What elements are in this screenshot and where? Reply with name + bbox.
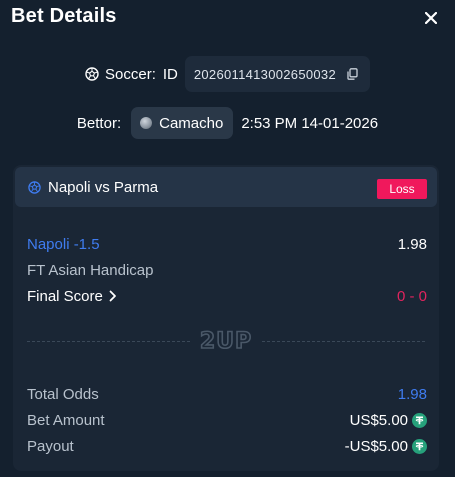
copy-id-button[interactable]: [347, 68, 358, 80]
sport-id-row: Soccer: ID 2026011413002650032: [0, 56, 455, 92]
bettor-chip[interactable]: Camacho: [131, 107, 234, 139]
modal-title: Bet Details: [11, 5, 117, 27]
bet-timestamp: 2:53 PM 14-01-2026: [241, 114, 379, 132]
id-label: ID: [162, 65, 178, 83]
bet-card: Napoli vs Parma Loss Napoli -1.5 1.98 FT…: [13, 165, 439, 471]
final-score-toggle[interactable]: Final Score: [27, 288, 117, 305]
copy-icon: [347, 68, 358, 80]
modal-header: Bet Details: [0, 0, 455, 36]
dashed-line: [27, 340, 190, 342]
payout-label: Payout: [27, 437, 74, 455]
dashed-line: [262, 340, 426, 342]
payout-value-group: -US$5.00: [345, 438, 427, 455]
bet-amount-label: Bet Amount: [27, 411, 105, 429]
bettor-label: Bettor:: [76, 114, 122, 132]
bet-id-value: 2026011413002650032: [193, 66, 336, 82]
chevron-right-icon: [109, 290, 116, 302]
close-icon: [425, 12, 437, 24]
bet-id-box: 2026011413002650032: [184, 56, 370, 92]
total-odds-value: 1.98: [397, 385, 427, 403]
payout-value: -US$5.00: [344, 437, 408, 455]
match-header: Napoli vs Parma Loss: [15, 167, 437, 207]
bet-amount-row: Bet Amount US$5.00: [27, 409, 427, 431]
soccer-ball-icon: [28, 181, 41, 194]
market-name: FT Asian Handicap: [27, 261, 154, 279]
total-odds-row: Total Odds 1.98: [27, 383, 427, 405]
tether-coin-icon: [412, 438, 427, 454]
final-score-label: Final Score: [27, 287, 103, 305]
match-name: Napoli vs Parma: [48, 179, 159, 196]
selection-row: Napoli -1.5 1.98: [27, 233, 427, 255]
bet-amount-value-group: US$5.00: [350, 412, 427, 429]
avatar: [140, 117, 153, 129]
selection-name: Napoli -1.5: [27, 235, 100, 253]
sport-label: Soccer:: [105, 65, 156, 83]
status-badge: Loss: [377, 179, 427, 199]
selection-odds: 1.98: [397, 235, 427, 253]
bettor-row: Bettor: Camacho 2:53 PM 14-01-2026: [0, 107, 455, 139]
final-score-value: 0 - 0: [396, 287, 427, 305]
brand-logo: 2UP: [199, 328, 253, 355]
brand-divider: 2UP: [27, 328, 426, 355]
payout-row: Payout -US$5.00: [27, 435, 427, 457]
total-odds-label: Total Odds: [27, 385, 99, 403]
tether-coin-icon: [412, 412, 427, 428]
bettor-name: Camacho: [159, 114, 224, 132]
soccer-ball-icon: [85, 67, 99, 81]
bet-amount-value: US$5.00: [349, 411, 408, 429]
final-score-row: Final Score 0 - 0: [27, 285, 427, 307]
market-row: FT Asian Handicap: [27, 259, 427, 281]
close-button[interactable]: [421, 8, 441, 28]
